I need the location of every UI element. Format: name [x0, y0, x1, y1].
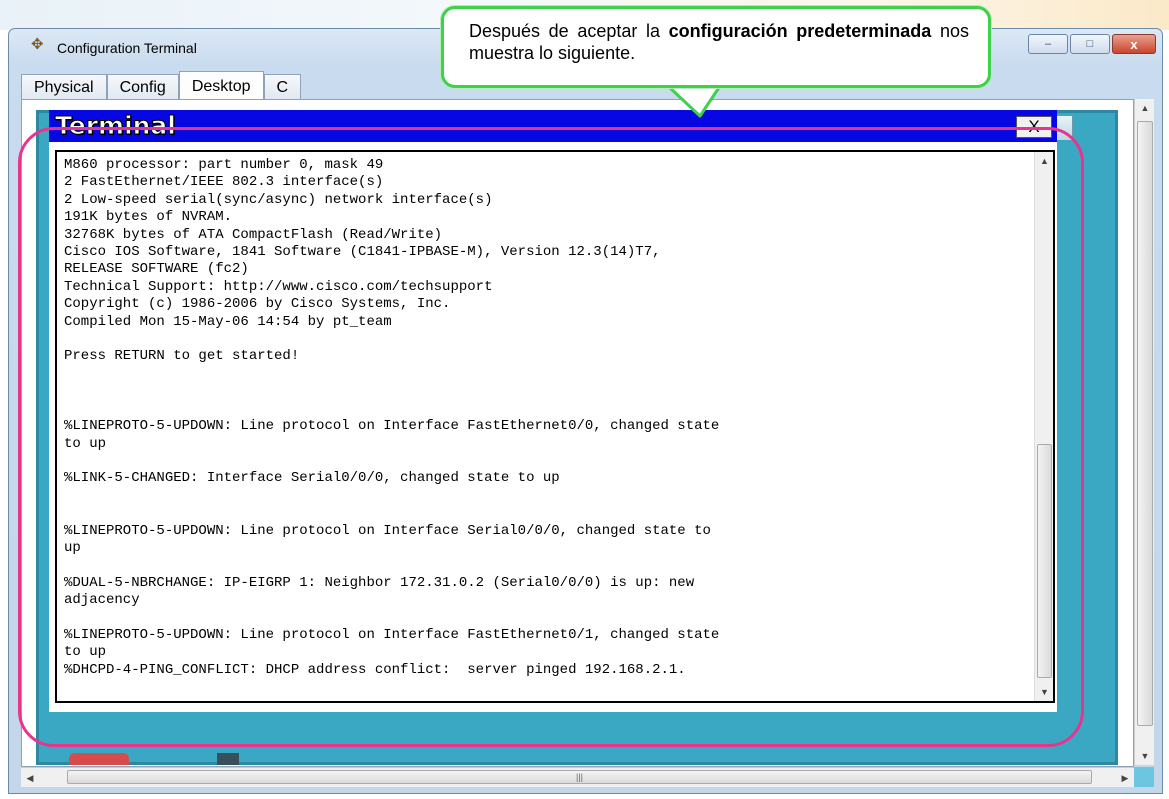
terminal-title: Terminal: [55, 111, 177, 141]
terminal-panel: Terminal X M860 processor: part number 0…: [49, 110, 1057, 712]
tab-physical[interactable]: Physical: [21, 74, 107, 100]
tab-config[interactable]: Config: [106, 74, 179, 100]
terminal-output-text[interactable]: M860 processor: part number 0, mask 49 2…: [64, 157, 1032, 679]
scroll-left-arrow-icon[interactable]: ◀: [21, 768, 39, 788]
configuration-terminal-window: ✥ Configuration Terminal – □ x Physical …: [8, 28, 1163, 794]
window-controls: – □ x: [1028, 34, 1156, 54]
close-button[interactable]: x: [1112, 34, 1156, 54]
callout-text-start: Después de aceptar la: [469, 21, 660, 41]
terminal-scrollbar[interactable]: ▲ ▼: [1034, 152, 1053, 701]
window-vertical-scrollbar[interactable]: ▲ ▼: [1134, 99, 1154, 765]
desktop-app-icon-7[interactable]: [217, 753, 239, 765]
terminal-output-area[interactable]: M860 processor: part number 0, mask 49 2…: [55, 150, 1055, 703]
window-title: Configuration Terminal: [57, 40, 197, 56]
scroll-down-arrow-icon[interactable]: ▼: [1135, 747, 1155, 765]
tab-cli[interactable]: C: [263, 74, 302, 100]
scroll-thumb[interactable]: [1137, 121, 1153, 726]
callout-text-bold: configuración predeterminada: [668, 21, 932, 41]
maximize-button[interactable]: □: [1070, 34, 1110, 54]
callout-text: Después de aceptar la configuración pred…: [469, 20, 969, 64]
terminal-scroll-up-icon[interactable]: ▲: [1035, 152, 1054, 170]
terminal-close-button[interactable]: X: [1016, 116, 1052, 138]
terminal-title-bar: Terminal X: [49, 110, 1057, 142]
window-horizontal-scrollbar[interactable]: ◀ ||| ▶: [21, 767, 1134, 787]
scroll-up-arrow-icon[interactable]: ▲: [1135, 99, 1155, 117]
scroll-right-arrow-icon[interactable]: ▶: [1116, 768, 1134, 788]
scrollbar-corner: [1134, 767, 1154, 787]
terminal-scroll-down-icon[interactable]: ▼: [1035, 683, 1054, 701]
router-app-icon: ✥: [31, 36, 44, 53]
tab-strip: Physical Config Desktop C: [21, 71, 302, 100]
horizontal-scroll-thumb[interactable]: |||: [67, 770, 1092, 784]
desktop-app-icon-6[interactable]: [69, 753, 129, 765]
minimize-button[interactable]: –: [1028, 34, 1068, 54]
annotation-callout: Después de aceptar la configuración pred…: [441, 6, 991, 88]
terminal-scroll-thumb[interactable]: [1037, 444, 1052, 678]
tab-desktop[interactable]: Desktop: [178, 71, 264, 100]
